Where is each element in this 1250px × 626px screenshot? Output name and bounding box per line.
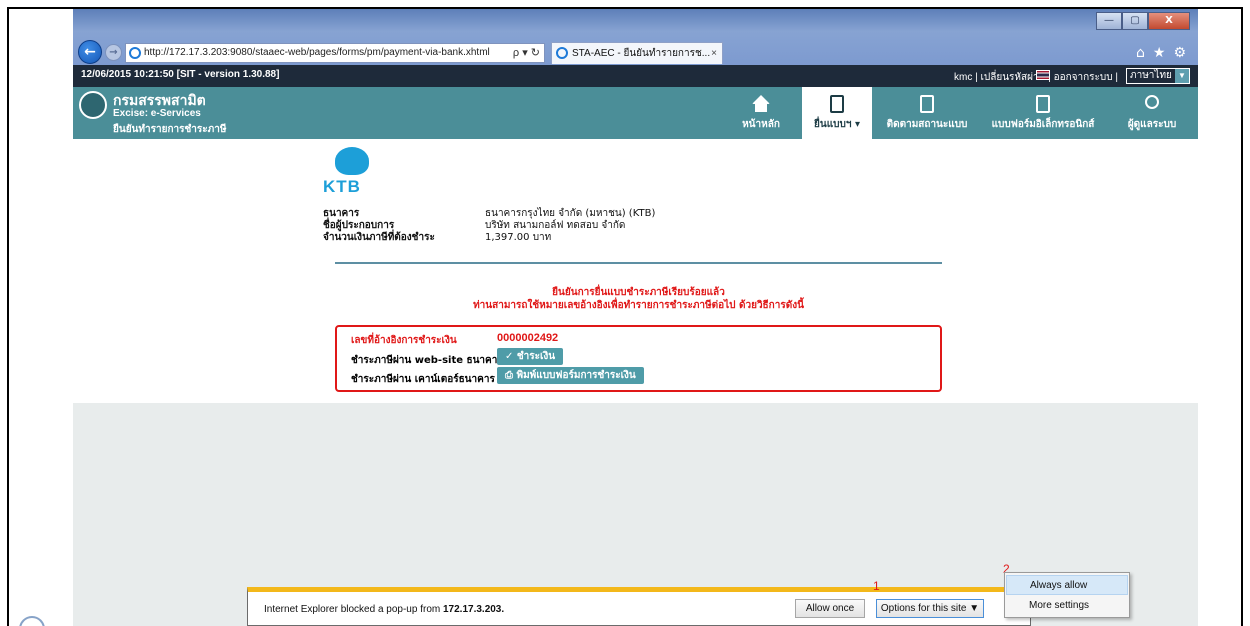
tab-title: STA-AEC - ยืนยันทำรายการช... [572, 48, 711, 59]
language-value: ภาษาไทย [1130, 70, 1172, 81]
address-url: http://172.17.3.203:9080/staaec-web/page… [144, 47, 490, 58]
thai-flag-icon [1036, 70, 1050, 80]
amount-value: 1,397.00 บาท [485, 232, 552, 243]
favorites-star-icon[interactable]: ★ [1153, 45, 1166, 61]
main-navbar: กรมสรรพสามิต Excise: e-Services ยืนยันทำ… [73, 87, 1198, 139]
popup-host: 172.17.3.203. [442, 604, 505, 615]
popup-message-text: Internet Explorer blocked a pop-up from [264, 604, 443, 615]
divider [335, 262, 942, 264]
allow-once-button[interactable]: Allow once [795, 599, 865, 618]
screenshot-frame: ← → http://172.17.3.203:9080/staaec-web/… [7, 7, 1243, 626]
maximize-button[interactable]: ▢ [1122, 12, 1148, 30]
ie-icon [556, 47, 568, 59]
nav-admin-label: ผู้ดูแลระบบ [1127, 119, 1177, 130]
payment-methods-box: เลขที่อ้างอิงการชำระเงิน 0000002492 ชำระ… [335, 325, 942, 392]
brand-name-english: Excise: e-Services [113, 108, 201, 119]
user-settings-icon [1145, 95, 1159, 109]
checklist-icon [920, 95, 934, 113]
timestamp: 12/06/2015 10:21:50 [SIT - version 1.30.… [81, 69, 280, 80]
nav-file-label: ยื่นแบบฯ ▾ [814, 119, 860, 130]
home-icon [752, 95, 770, 112]
ie-taskbar-icon [19, 616, 45, 626]
language-select[interactable]: ภาษาไทย ▼ [1126, 68, 1190, 84]
app-status-bar: 12/06/2015 10:21:50 [SIT - version 1.30.… [73, 65, 1198, 87]
excise-logo [79, 91, 107, 119]
address-tools-icon[interactable]: ρ ▾ ↻ [513, 44, 540, 62]
forward-button[interactable]: → [105, 44, 122, 61]
counter-payment-label: ชำระภาษีผ่าน เคาน์เตอร์ธนาคาร [351, 374, 495, 385]
address-bar[interactable]: http://172.17.3.203:9080/staaec-web/page… [125, 43, 545, 63]
close-window-button[interactable]: X [1148, 12, 1190, 30]
nav-track-status[interactable]: ติดตามสถานะแบบ [881, 87, 973, 139]
popup-message: Internet Explorer blocked a pop-up from … [264, 604, 504, 615]
amount-label: จำนวนเงินภาษีที่ต้องชำระ [323, 232, 435, 243]
options-for-site-button[interactable]: Options for this site ▼ [876, 599, 984, 618]
reference-number: 0000002492 [497, 332, 559, 344]
clipboard-icon [830, 95, 844, 113]
nav-track-label: ติดตามสถานะแบบ [886, 119, 968, 130]
options-dropdown-menu: Always allow More settings [1004, 572, 1130, 618]
tools-gear-icon[interactable]: ⚙ [1173, 45, 1186, 61]
minimize-button[interactable]: — [1096, 12, 1122, 30]
back-arrow-icon: ← [84, 44, 96, 60]
nav-home[interactable]: หน้าหลัก [731, 87, 791, 139]
nav-file-form[interactable]: ยื่นแบบฯ ▾ [802, 87, 872, 139]
annotation-marker-1: 1 [873, 579, 880, 593]
menu-item-more-settings[interactable]: More settings [1006, 596, 1128, 616]
back-button[interactable]: ← [78, 40, 102, 64]
browser-window: ← → http://172.17.3.203:9080/staaec-web/… [73, 9, 1198, 626]
nav-admin[interactable]: ผู้ดูแลระบบ [1121, 87, 1183, 139]
close-tab-icon[interactable]: × [711, 43, 717, 64]
menu-item-always-allow[interactable]: Always allow [1006, 575, 1128, 595]
nav-home-label: หน้าหลัก [742, 119, 780, 130]
ie-icon [129, 47, 141, 59]
document-icon [1036, 95, 1050, 113]
page-title: ยืนยันทำรายการชำระภาษี [113, 124, 227, 135]
print-payment-form-button[interactable]: ⎙ พิมพ์แบบฟอร์มการชำระเงิน [497, 367, 644, 384]
browser-tab[interactable]: STA-AEC - ยืนยันทำรายการช... × [551, 42, 723, 64]
nav-eform-label: แบบฟอร์มอิเล็กทรอนิกส์ [991, 119, 1095, 130]
ktb-bird-icon [335, 147, 369, 175]
confirmation-instruction: ท่านสามารถใช้หมายเลขอ้างอิงเพื่อทำรายการ… [473, 300, 804, 311]
nav-eform[interactable]: แบบฟอร์มอิเล็กทรอนิกส์ [983, 87, 1103, 139]
chevron-down-icon: ▼ [1175, 69, 1189, 83]
ktb-logo-text: KTB [323, 177, 361, 196]
home-icon[interactable]: ⌂ [1136, 45, 1145, 61]
window-controls: — ▢ X [1096, 12, 1190, 30]
popup-blocked-notification: Internet Explorer blocked a pop-up from … [247, 587, 1031, 626]
web-payment-label: ชำระภาษีผ่าน web-site ธนาคาร [351, 355, 503, 366]
pay-online-button[interactable]: ✓ ชำระเงิน [497, 348, 564, 365]
ktb-logo: KTB [323, 147, 383, 207]
reference-label: เลขที่อ้างอิงการชำระเงิน [351, 335, 457, 346]
browser-toolbar-icons: ⌂ ★ ⚙ [1136, 45, 1186, 61]
forward-arrow-icon: → [109, 47, 118, 58]
